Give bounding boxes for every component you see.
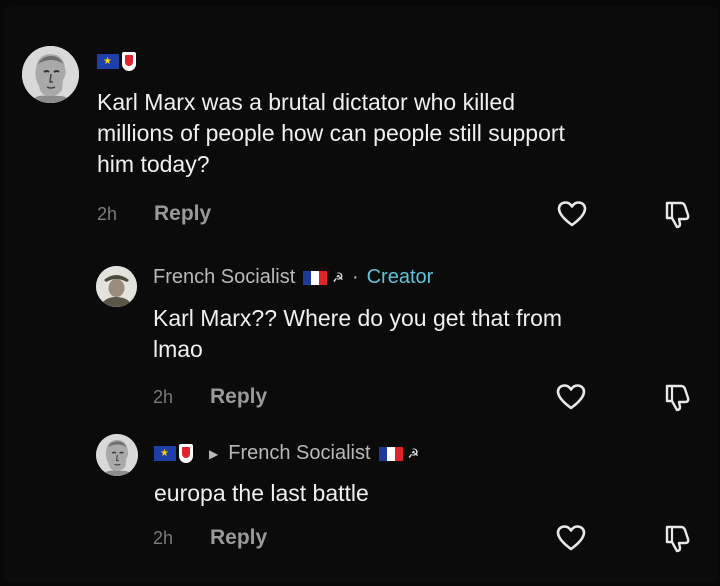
comment-3-header: ▶ French Socialist ☭ bbox=[154, 442, 419, 465]
comment-thread: Karl Marx was a brutal dictator who kill… bbox=[4, 7, 718, 583]
eu-flag-icon bbox=[97, 54, 119, 69]
avatar-statue[interactable] bbox=[96, 434, 138, 476]
comment-2-text: Karl Marx?? Where do you get that from l… bbox=[153, 305, 563, 362]
flag-icons: ☭ bbox=[303, 270, 344, 286]
comment-2-header: French Socialist ☭ · Creator bbox=[153, 266, 433, 289]
french-flag-icon bbox=[378, 446, 403, 461]
hammer-sickle-icon: ☭ bbox=[332, 269, 344, 285]
flag-icons bbox=[97, 52, 136, 71]
eu-flag-icon bbox=[154, 446, 176, 461]
comment-1-header bbox=[97, 52, 136, 71]
avatar-statue[interactable] bbox=[22, 46, 79, 103]
thumbs-down-outline-icon[interactable] bbox=[663, 524, 691, 554]
comment-3-text: europa the last battle bbox=[154, 480, 369, 506]
heart-outline-icon[interactable] bbox=[556, 524, 586, 552]
creator-badge: Creator bbox=[366, 266, 434, 288]
comment-3-reply-button[interactable]: Reply bbox=[210, 526, 267, 550]
thumbs-down-outline-icon[interactable] bbox=[663, 200, 691, 230]
flag-icons bbox=[154, 444, 193, 463]
flag-icons: ☭ bbox=[378, 445, 420, 462]
author-name[interactable]: French Socialist bbox=[153, 266, 295, 289]
thumbs-down-outline-icon[interactable] bbox=[663, 383, 691, 413]
comment-2-reply-button[interactable]: Reply bbox=[210, 385, 267, 409]
comment-1-reply-button[interactable]: Reply bbox=[154, 202, 211, 226]
separator-dot: · bbox=[351, 266, 359, 288]
comment-1-timestamp: 2h bbox=[97, 204, 118, 224]
comment-2-timestamp: 2h bbox=[153, 387, 174, 407]
caret-right-icon: ▶ bbox=[209, 446, 219, 461]
heart-outline-icon[interactable] bbox=[556, 383, 586, 411]
reply-to-name[interactable]: French Socialist bbox=[228, 442, 370, 465]
french-flag-icon bbox=[303, 270, 328, 285]
comment-3-timestamp: 2h bbox=[153, 528, 174, 548]
avatar-soldier[interactable] bbox=[96, 266, 137, 307]
comment-1-text: Karl Marx was a brutal dictator who kill… bbox=[97, 89, 565, 177]
red-white-shield-icon bbox=[179, 444, 193, 463]
hammer-sickle-icon: ☭ bbox=[407, 445, 420, 461]
heart-outline-icon[interactable] bbox=[557, 200, 587, 228]
red-white-shield-icon bbox=[122, 52, 136, 71]
